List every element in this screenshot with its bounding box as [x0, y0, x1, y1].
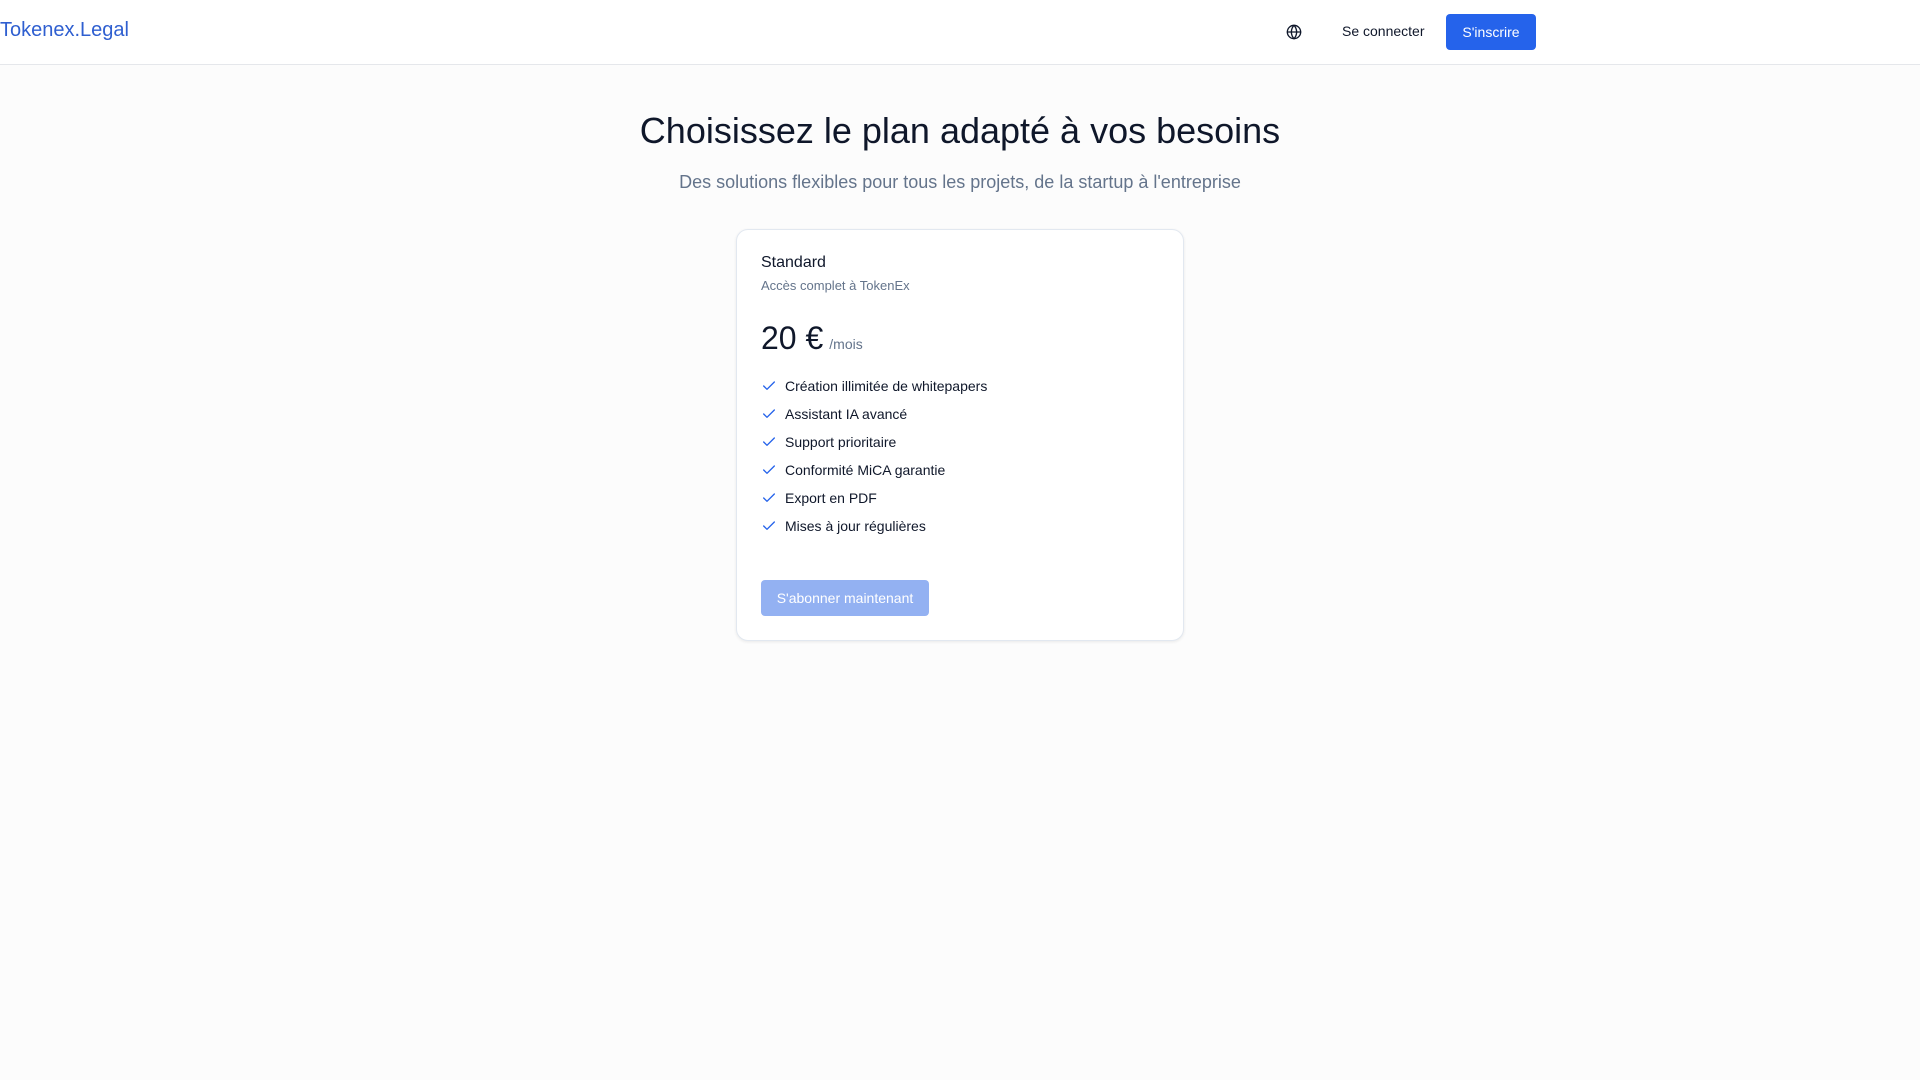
feature-item: Création illimitée de whitepapers	[761, 372, 987, 400]
plan-description: Accès complet à TokenEx	[761, 278, 910, 293]
feature-item: Assistant IA avancé	[761, 400, 987, 428]
login-link[interactable]: Se connecter	[1342, 23, 1425, 39]
feature-label: Export en PDF	[785, 490, 877, 506]
globe-icon	[1286, 24, 1302, 40]
page-subtitle: Des solutions flexibles pour tous les pr…	[679, 172, 1241, 192]
signup-button[interactable]: S'inscrire	[1446, 14, 1536, 50]
check-icon	[761, 434, 777, 450]
page-title: Choisissez le plan adapté à vos besoins	[639, 110, 1281, 151]
feature-list: Création illimitée de whitepapers Assist…	[761, 372, 987, 540]
feature-item: Mises à jour régulières	[761, 512, 987, 540]
feature-label: Mises à jour régulières	[785, 518, 926, 534]
pricing-card-standard: Standard Accès complet à TokenEx 20 € /m…	[736, 229, 1184, 641]
check-icon	[761, 518, 777, 534]
language-switcher-button[interactable]	[1282, 20, 1306, 44]
check-icon	[761, 378, 777, 394]
check-icon	[761, 406, 777, 422]
feature-label: Création illimitée de whitepapers	[785, 378, 988, 394]
feature-item: Conformité MiCA garantie	[761, 456, 987, 484]
feature-item: Export en PDF	[761, 484, 987, 512]
check-icon	[761, 490, 777, 506]
feature-label: Support prioritaire	[785, 434, 897, 450]
brand-logo-link[interactable]: Tokenex.Legal	[0, 19, 129, 42]
subscribe-button[interactable]: S'abonner maintenant	[761, 580, 929, 616]
top-navigation-bar: Tokenex.Legal Se connecter S'inscrire	[0, 0, 1920, 65]
plan-name: Standard	[761, 254, 826, 271]
plan-price: 20 €	[761, 320, 824, 356]
feature-item: Support prioritaire	[761, 428, 987, 456]
billing-period: /mois	[829, 336, 863, 352]
feature-label: Conformité MiCA garantie	[785, 462, 946, 478]
price-row: 20 € /mois	[761, 320, 863, 357]
check-icon	[761, 462, 777, 478]
feature-label: Assistant IA avancé	[785, 406, 908, 422]
